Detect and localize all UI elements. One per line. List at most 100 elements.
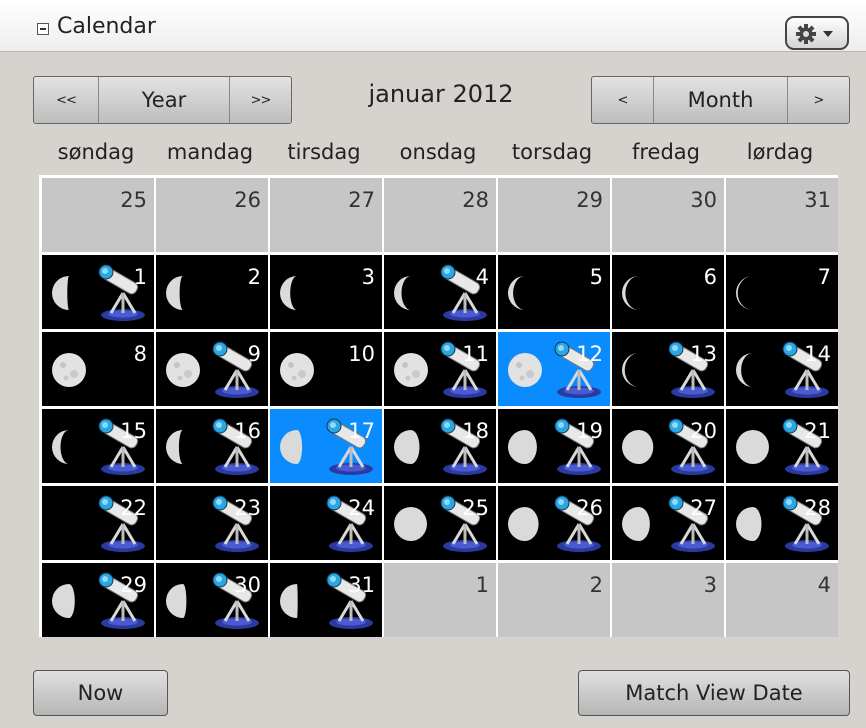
moon-phase-icon (736, 276, 753, 310)
month-button[interactable]: Month (653, 77, 787, 123)
current-month-label: januar 2012 (368, 80, 514, 108)
day-cell[interactable]: 31 (270, 563, 382, 637)
day-cell[interactable]: 4 (726, 563, 838, 637)
day-number: 22 (120, 496, 147, 520)
day-cell[interactable]: 8 (42, 332, 154, 406)
day-number: 2 (247, 265, 261, 289)
day-number: 23 (234, 496, 261, 520)
day-cell[interactable]: 27 (270, 178, 382, 252)
panel-title: Calendar (57, 14, 156, 39)
day-cell-today[interactable]: 12 (498, 332, 610, 406)
day-cell[interactable]: 28 (384, 178, 496, 252)
day-number: 19 (576, 419, 603, 443)
day-number: 9 (247, 342, 261, 366)
day-number: 18 (462, 419, 489, 443)
day-cell[interactable]: 30 (612, 178, 724, 252)
day-number: 5 (589, 265, 603, 289)
day-cell[interactable]: 26 (498, 486, 610, 560)
day-cell[interactable]: 21 (726, 409, 838, 483)
day-number: 30 (690, 188, 717, 212)
moon-phase-icon (736, 507, 762, 541)
day-cell[interactable]: 1 (42, 255, 154, 329)
title-bar: Calendar (0, 0, 866, 52)
day-number: 7 (817, 265, 831, 289)
day-cell[interactable]: 23 (156, 486, 268, 560)
day-number: 3 (703, 573, 717, 597)
day-cell[interactable]: 10 (270, 332, 382, 406)
moon-phase-icon (280, 584, 298, 618)
moon-phase-icon (52, 584, 75, 618)
moon-phase-icon (166, 276, 183, 310)
next-month-button[interactable]: > (787, 77, 849, 123)
moon-phase-icon (164, 505, 202, 543)
day-cell[interactable]: 27 (612, 486, 724, 560)
day-cell[interactable]: 25 (384, 486, 496, 560)
previous-month-button[interactable]: < (592, 77, 653, 123)
moon-phase-icon (394, 507, 427, 541)
day-cell[interactable]: 11 (384, 332, 496, 406)
day-cell[interactable]: 1 (384, 563, 496, 637)
day-number: 6 (703, 265, 717, 289)
day-cell[interactable]: 30 (156, 563, 268, 637)
next-year-button[interactable]: >> (229, 77, 291, 123)
settings-menu-button[interactable] (785, 16, 849, 50)
day-cell[interactable]: 15 (42, 409, 154, 483)
moon-phase-icon (736, 430, 769, 464)
moon-phase-icon (280, 353, 314, 387)
day-cell[interactable]: 14 (726, 332, 838, 406)
day-number: 29 (576, 188, 603, 212)
day-cell[interactable]: 22 (42, 486, 154, 560)
day-cell-selected[interactable]: 17 (270, 409, 382, 483)
day-cell[interactable]: 2 (156, 255, 268, 329)
day-cell[interactable]: 25 (42, 178, 154, 252)
moon-phase-icon (622, 507, 650, 541)
day-cell[interactable]: 18 (384, 409, 496, 483)
day-number: 28 (462, 188, 489, 212)
day-cell[interactable]: 31 (726, 178, 838, 252)
match-view-date-button[interactable]: Match View Date (578, 670, 850, 716)
day-cell[interactable]: 3 (612, 563, 724, 637)
day-cell[interactable]: 6 (612, 255, 724, 329)
collapse-icon[interactable] (37, 23, 49, 35)
weekday-header: mandag (166, 140, 254, 164)
day-number: 28 (804, 496, 831, 520)
weekday-header: fredag (631, 140, 700, 164)
day-number: 1 (475, 573, 489, 597)
day-cell[interactable]: 9 (156, 332, 268, 406)
day-number: 27 (690, 496, 717, 520)
day-cell[interactable]: 7 (726, 255, 838, 329)
day-number: 31 (804, 188, 831, 212)
calendar-grid: 25 26 27 28 29 30 31 1 2 3 4 5 6 7 8 9 10 11 12 13 14 15 16 17 1… (39, 175, 838, 637)
weekday-header: onsdag (399, 140, 477, 164)
day-number: 2 (589, 573, 603, 597)
day-cell[interactable]: 29 (42, 563, 154, 637)
day-cell[interactable]: 19 (498, 409, 610, 483)
moon-phase-icon (50, 505, 88, 543)
moon-phase-icon (394, 353, 428, 387)
moon-phase-icon (508, 507, 539, 541)
day-number: 4 (475, 265, 489, 289)
month-navigator: < Month > (591, 76, 850, 124)
day-cell[interactable]: 28 (726, 486, 838, 560)
day-number: 31 (348, 573, 375, 597)
day-cell[interactable]: 13 (612, 332, 724, 406)
day-cell[interactable]: 26 (156, 178, 268, 252)
day-cell[interactable]: 16 (156, 409, 268, 483)
previous-year-button[interactable]: << (34, 77, 98, 123)
now-button[interactable]: Now (33, 670, 168, 716)
day-cell[interactable]: 24 (270, 486, 382, 560)
day-cell[interactable]: 20 (612, 409, 724, 483)
moon-phase-icon (394, 430, 420, 464)
day-number: 11 (462, 342, 489, 366)
moon-phase-icon (622, 430, 654, 464)
day-cell[interactable]: 3 (270, 255, 382, 329)
moon-phase-icon (280, 276, 297, 310)
day-cell[interactable]: 4 (384, 255, 496, 329)
day-cell[interactable]: 2 (498, 563, 610, 637)
day-cell[interactable]: 29 (498, 178, 610, 252)
year-button[interactable]: Year (98, 77, 229, 123)
day-number: 27 (348, 188, 375, 212)
moon-phase-icon (52, 353, 86, 387)
day-cell[interactable]: 5 (498, 255, 610, 329)
moon-phase-icon (166, 353, 200, 387)
